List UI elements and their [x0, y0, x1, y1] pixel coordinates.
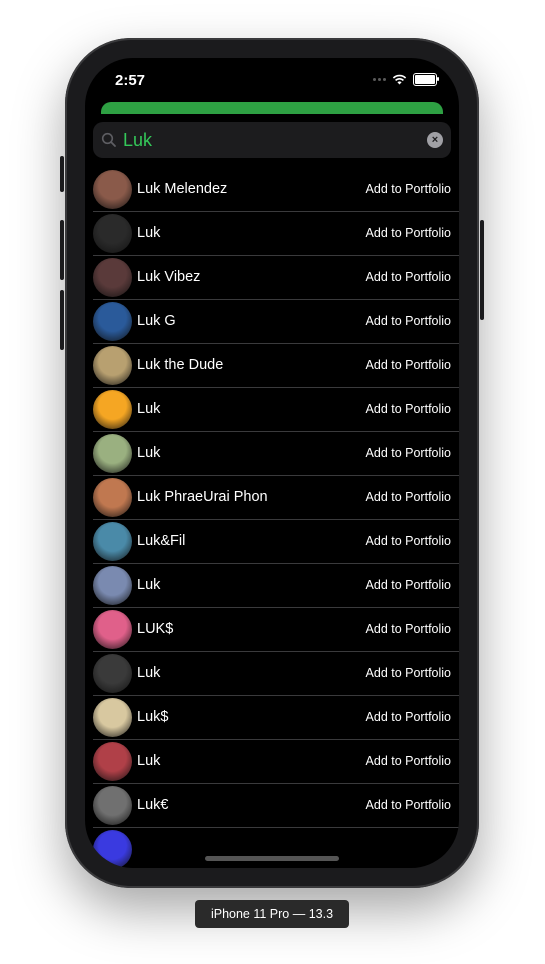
status-time: 2:57: [115, 72, 146, 89]
add-to-portfolio-button[interactable]: Add to Portfolio: [366, 754, 451, 768]
result-row[interactable]: LUK$ Add to Portfolio: [93, 608, 459, 652]
search-input[interactable]: [123, 122, 423, 158]
result-row[interactable]: [93, 828, 459, 868]
add-to-portfolio-button[interactable]: Add to Portfolio: [366, 358, 451, 372]
add-to-portfolio-button[interactable]: Add to Portfolio: [366, 182, 451, 196]
result-row[interactable]: Luk PhraeUrai Phon Add to Portfolio: [93, 476, 459, 520]
result-row[interactable]: Luk G Add to Portfolio: [93, 300, 459, 344]
add-to-portfolio-button[interactable]: Add to Portfolio: [366, 534, 451, 548]
result-row[interactable]: Luk€ Add to Portfolio: [93, 784, 459, 828]
add-to-portfolio-button[interactable]: Add to Portfolio: [366, 578, 451, 592]
result-row[interactable]: Luk Melendez Add to Portfolio: [93, 168, 459, 212]
add-to-portfolio-button[interactable]: Add to Portfolio: [366, 490, 451, 504]
result-name: Luk the Dude: [137, 357, 224, 373]
avatar: [93, 566, 132, 605]
result-name: Luk Vibez: [137, 269, 201, 285]
result-row[interactable]: Luk Vibez Add to Portfolio: [93, 256, 459, 300]
avatar: [93, 522, 132, 561]
result-row[interactable]: Luk Add to Portfolio: [93, 564, 459, 608]
avatar: [93, 610, 132, 649]
home-indicator: [205, 856, 339, 861]
mute-switch: [60, 156, 64, 192]
result-row[interactable]: Luk&Fil Add to Portfolio: [93, 520, 459, 564]
result-row[interactable]: Luk$ Add to Portfolio: [93, 696, 459, 740]
avatar: [93, 258, 132, 297]
avatar: [93, 302, 132, 341]
add-to-portfolio-button[interactable]: Add to Portfolio: [366, 666, 451, 680]
add-to-portfolio-button[interactable]: Add to Portfolio: [366, 314, 451, 328]
avatar: [93, 478, 132, 517]
add-to-portfolio-button[interactable]: Add to Portfolio: [366, 622, 451, 636]
result-name: Luk PhraeUrai Phon: [137, 489, 268, 505]
result-row[interactable]: Luk Add to Portfolio: [93, 432, 459, 476]
phone-screen: 2:57 × Luk: [85, 58, 459, 868]
avatar: [93, 698, 132, 737]
avatar: [93, 170, 132, 209]
add-to-portfolio-button[interactable]: Add to Portfolio: [366, 270, 451, 284]
result-row[interactable]: Luk the Dude Add to Portfolio: [93, 344, 459, 388]
simulator-stage: 2:57 × Luk: [0, 0, 545, 964]
results-list[interactable]: Luk Melendez Add to Portfolio Luk Add to Po…: [93, 168, 459, 868]
power-button: [480, 220, 484, 320]
notch: [168, 58, 376, 88]
result-row[interactable]: Luk Add to Portfolio: [93, 652, 459, 696]
avatar: [93, 346, 132, 385]
avatar: [93, 742, 132, 781]
add-to-portfolio-button[interactable]: Add to Portfolio: [366, 446, 451, 460]
status-icons: [368, 73, 439, 86]
result-name: LUK$: [137, 621, 174, 637]
search-bar[interactable]: ×: [93, 122, 451, 158]
result-name: Luk: [137, 445, 161, 461]
avatar: [93, 434, 132, 473]
result-name: Luk: [137, 401, 161, 417]
add-to-portfolio-button[interactable]: Add to Portfolio: [366, 226, 451, 240]
result-name: Luk: [137, 577, 161, 593]
device-label: iPhone 11 Pro — 13.3: [195, 900, 349, 928]
search-icon: [101, 132, 116, 147]
wifi-icon: [392, 74, 407, 85]
avatar: [93, 390, 132, 429]
add-to-portfolio-button[interactable]: Add to Portfolio: [366, 710, 451, 724]
top-accent-bar: [101, 102, 443, 114]
result-row[interactable]: Luk Add to Portfolio: [93, 212, 459, 256]
result-name: Luk€: [137, 797, 169, 813]
add-to-portfolio-button[interactable]: Add to Portfolio: [366, 798, 451, 812]
add-to-portfolio-button[interactable]: Add to Portfolio: [366, 402, 451, 416]
result-row[interactable]: Luk Add to Portfolio: [93, 740, 459, 784]
volume-up-button: [60, 220, 64, 280]
battery-icon: [413, 73, 439, 86]
clear-search-icon[interactable]: ×: [427, 132, 443, 148]
avatar: [93, 214, 132, 253]
avatar: [93, 654, 132, 693]
avatar: [93, 830, 132, 868]
result-row[interactable]: Luk Add to Portfolio: [93, 388, 459, 432]
iphone-frame: 2:57 × Luk: [60, 38, 484, 888]
volume-down-button: [60, 290, 64, 350]
result-name: Luk: [137, 665, 161, 681]
result-name: Luk G: [137, 313, 176, 329]
result-name: Luk Melendez: [137, 181, 228, 197]
avatar: [93, 786, 132, 825]
result-name: Luk&Fil: [137, 533, 186, 549]
result-name: Luk$: [137, 709, 169, 725]
result-name: Luk: [137, 753, 161, 769]
result-name: Luk: [137, 225, 161, 241]
